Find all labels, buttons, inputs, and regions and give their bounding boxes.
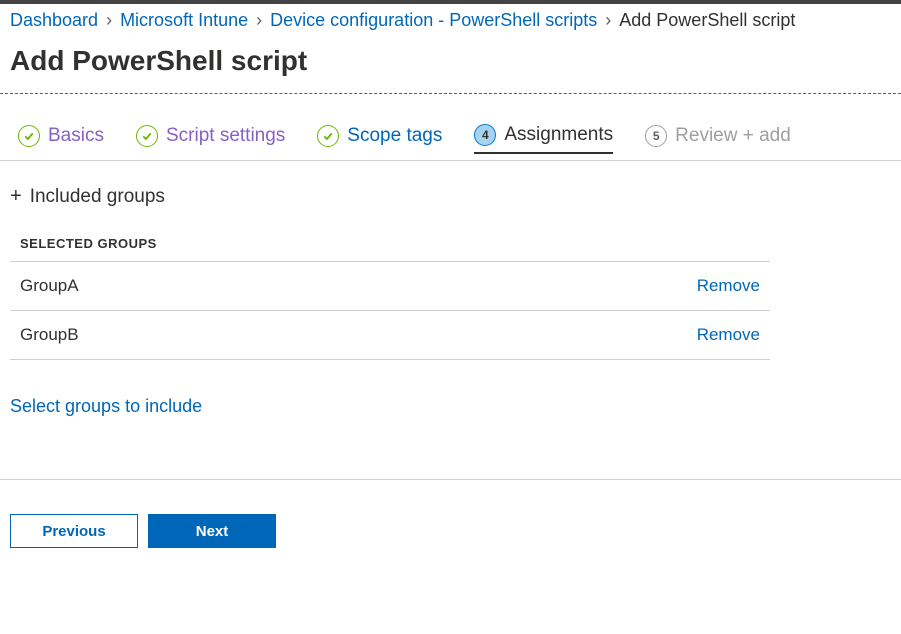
included-groups-label: Included groups <box>30 186 165 208</box>
page-title: Add PowerShell script <box>0 41 901 93</box>
next-button[interactable]: Next <box>148 514 276 548</box>
tab-review-add[interactable]: 5 Review + add <box>645 125 791 153</box>
tab-label: Assignments <box>504 124 613 146</box>
remove-button[interactable]: Remove <box>697 276 760 296</box>
remove-button[interactable]: Remove <box>697 325 760 345</box>
tab-label: Script settings <box>166 125 285 147</box>
tab-scope-tags[interactable]: Scope tags <box>317 125 442 153</box>
previous-button[interactable]: Previous <box>10 514 138 548</box>
tab-label: Review + add <box>675 125 791 147</box>
breadcrumb-intune[interactable]: Microsoft Intune <box>120 10 248 31</box>
breadcrumb-dashboard[interactable]: Dashboard <box>10 10 98 31</box>
check-icon <box>136 125 158 147</box>
selected-groups-table: GroupA Remove GroupB Remove <box>10 261 770 360</box>
chevron-right-icon: › <box>605 10 611 31</box>
breadcrumb-current: Add PowerShell script <box>619 10 795 31</box>
dashed-separator <box>0 93 901 94</box>
tab-script-settings[interactable]: Script settings <box>136 125 285 153</box>
selected-groups-header: SELECTED GROUPS <box>10 236 891 261</box>
tab-assignments[interactable]: 4 Assignments <box>474 124 613 154</box>
step-number-icon: 4 <box>474 124 496 146</box>
wizard-tabs: Basics Script settings Scope tags 4 Assi… <box>0 124 901 161</box>
included-groups-header[interactable]: + Included groups <box>10 185 891 208</box>
chevron-right-icon: › <box>256 10 262 31</box>
table-row: GroupA Remove <box>10 262 770 311</box>
breadcrumb: Dashboard › Microsoft Intune › Device co… <box>0 4 901 41</box>
chevron-right-icon: › <box>106 10 112 31</box>
group-name: GroupA <box>20 276 79 296</box>
footer-actions: Previous Next <box>0 480 901 582</box>
tab-label: Basics <box>48 125 104 147</box>
tab-label: Scope tags <box>347 125 442 147</box>
content-area: + Included groups SELECTED GROUPS GroupA… <box>0 161 901 417</box>
step-number-icon: 5 <box>645 125 667 147</box>
select-groups-link[interactable]: Select groups to include <box>10 360 891 417</box>
group-name: GroupB <box>20 325 79 345</box>
check-icon <box>18 125 40 147</box>
plus-icon: + <box>10 185 22 208</box>
tab-basics[interactable]: Basics <box>18 125 104 153</box>
breadcrumb-device-config[interactable]: Device configuration - PowerShell script… <box>270 10 597 31</box>
table-row: GroupB Remove <box>10 311 770 360</box>
check-icon <box>317 125 339 147</box>
